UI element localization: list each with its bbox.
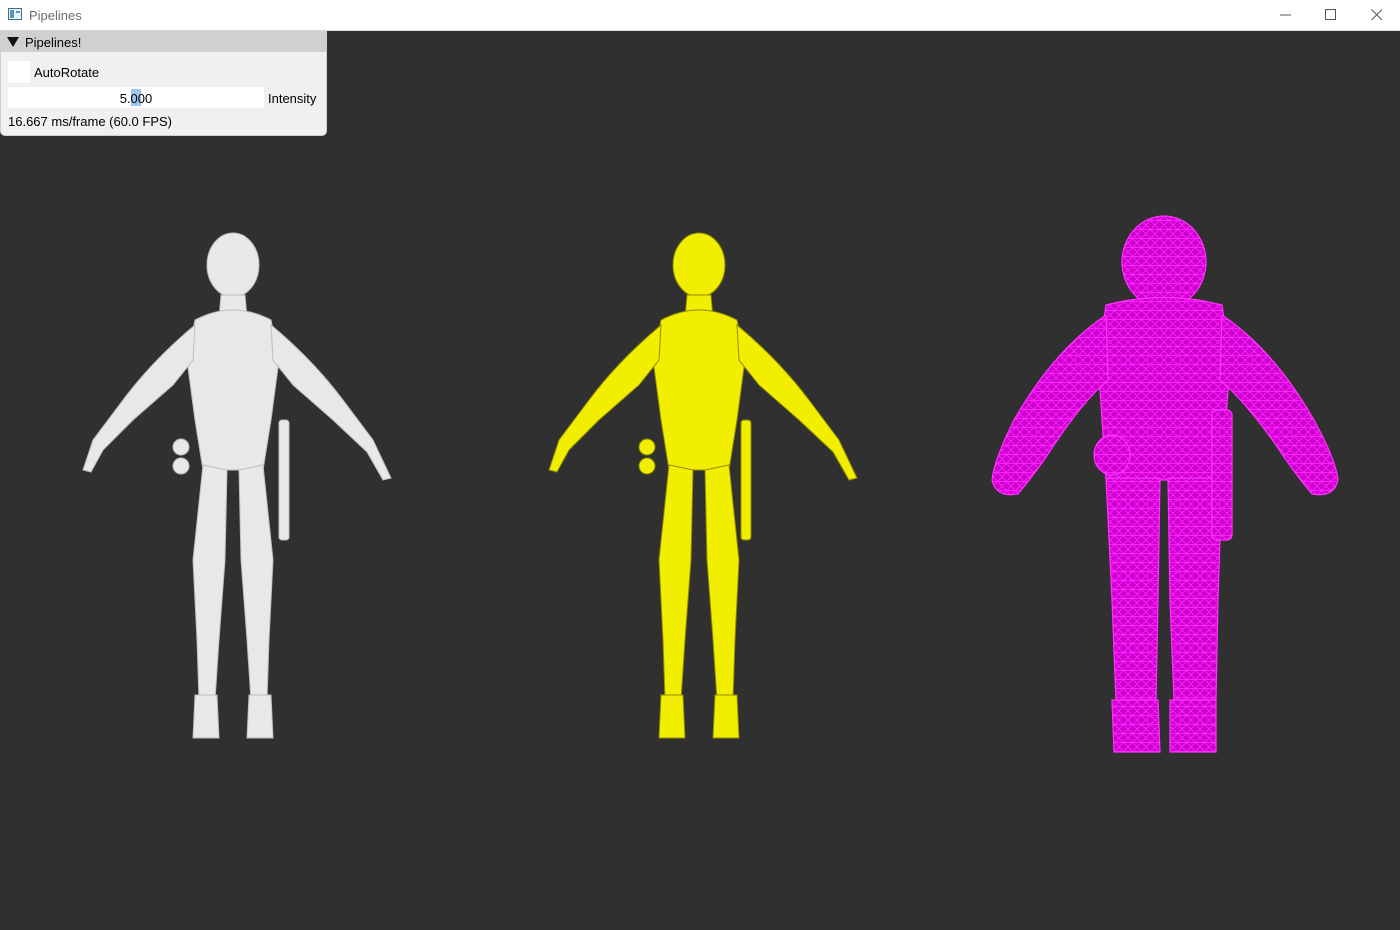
close-icon	[1371, 9, 1383, 21]
character-model-wireframe	[991, 215, 1339, 753]
autorotate-checkbox[interactable]	[8, 61, 30, 83]
scene-svg	[82, 215, 1339, 753]
panel-header[interactable]: Pipelines!	[1, 32, 326, 52]
collapse-arrow-icon[interactable]	[7, 37, 19, 47]
maximize-button[interactable]	[1308, 0, 1354, 30]
maximize-icon	[1325, 9, 1336, 20]
panel-title: Pipelines!	[25, 35, 82, 50]
window-title: Pipelines	[29, 8, 82, 23]
character-model-toon	[548, 232, 858, 739]
close-button[interactable]	[1354, 0, 1400, 30]
app-icon	[8, 8, 22, 20]
character-model-phong	[82, 232, 392, 739]
frame-stats: 16.667 ms/frame (60.0 FPS)	[8, 114, 173, 129]
render-viewport[interactable]	[0, 31, 1400, 930]
window-titlebar: Pipelines	[0, 0, 1400, 31]
intensity-label: Intensity	[268, 91, 317, 106]
intensity-slider[interactable]: 5.000	[8, 87, 264, 108]
minimize-button[interactable]	[1263, 0, 1309, 30]
minimize-icon	[1280, 14, 1291, 16]
pipelines-panel: Pipelines! AutoRotate 5.000 Intensity 16…	[0, 31, 327, 136]
autorotate-label: AutoRotate	[34, 65, 100, 80]
intensity-value: 5.000	[119, 91, 153, 106]
